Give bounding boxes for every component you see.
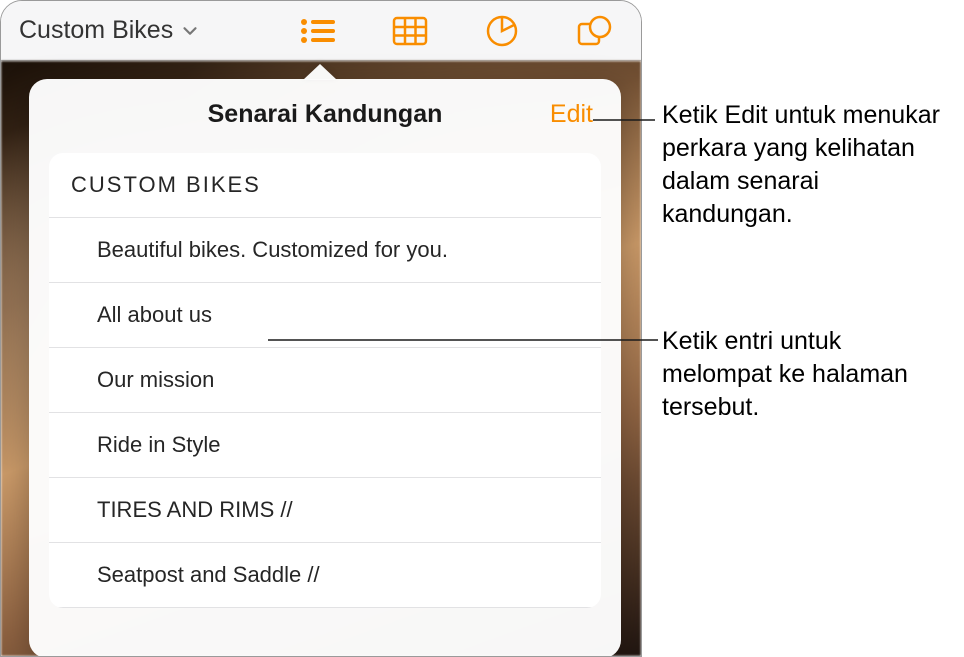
toc-item[interactable]: Seatpost and Saddle // xyxy=(49,543,601,608)
toc-item[interactable]: Our mission xyxy=(49,348,601,413)
popover-arrow xyxy=(303,64,337,80)
toc-list: CUSTOM BIKES Beautiful bikes. Customized… xyxy=(49,153,601,608)
chart-view-button[interactable] xyxy=(479,12,525,50)
callout-edit: Ketik Edit untuk menukar perkara yang ke… xyxy=(662,99,952,231)
toolbar: Custom Bikes xyxy=(1,1,641,61)
toc-item[interactable]: Ride in Style xyxy=(49,413,601,478)
shapes-view-button[interactable] xyxy=(571,12,617,50)
document-title: Custom Bikes xyxy=(19,16,173,45)
toc-item[interactable]: Beautiful bikes. Customized for you. xyxy=(49,218,601,283)
edit-button[interactable]: Edit xyxy=(550,100,593,129)
callout-entry: Ketik entri untuk melompat ke halaman te… xyxy=(662,325,922,424)
popover-title: Senarai Kandungan xyxy=(208,100,443,129)
toc-item[interactable]: CUSTOM BIKES xyxy=(49,153,601,218)
chevron-down-icon xyxy=(179,20,201,42)
app-window: Custom Bikes xyxy=(0,0,642,657)
toolbar-button-group xyxy=(295,12,629,50)
table-view-button[interactable] xyxy=(387,12,433,50)
toc-item[interactable]: TIRES AND RIMS // xyxy=(49,478,601,543)
toc-popover: Senarai Kandungan Edit CUSTOM BIKES Beau… xyxy=(29,79,621,657)
document-title-dropdown[interactable]: Custom Bikes xyxy=(19,16,201,45)
popover-header: Senarai Kandungan Edit xyxy=(29,79,621,149)
toc-view-button[interactable] xyxy=(295,12,341,50)
